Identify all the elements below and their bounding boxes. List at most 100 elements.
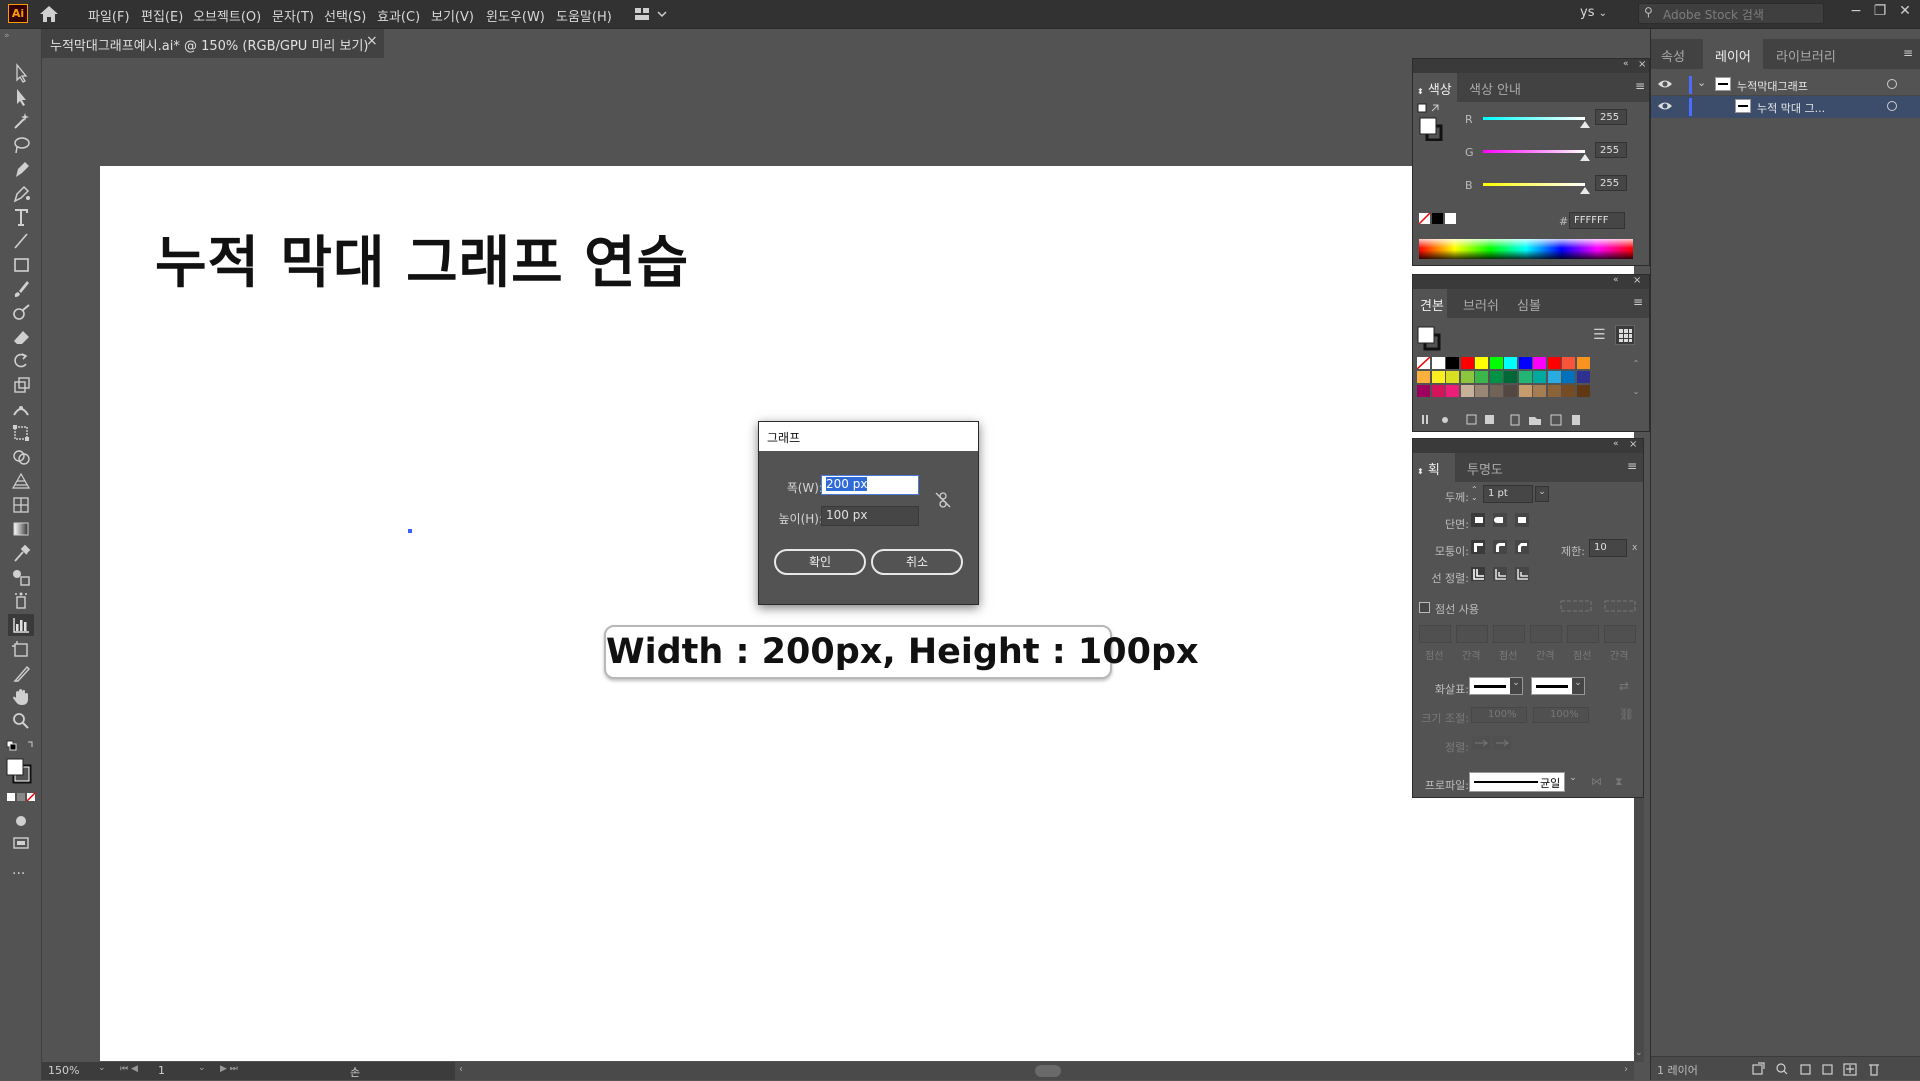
width-tool-icon[interactable] (8, 398, 34, 420)
color-swatch[interactable] (1562, 385, 1575, 397)
rotate-tool-icon[interactable] (8, 350, 34, 372)
color-swatch[interactable] (1547, 385, 1561, 397)
target-circle-icon[interactable] (1887, 79, 1897, 89)
magic-wand-tool-icon[interactable] (8, 110, 34, 132)
fill-stroke-swatch-icon[interactable] (1417, 103, 1445, 142)
layer-row[interactable]: ⌄ 누적막대그래프 (1651, 74, 1920, 96)
dash-input[interactable] (1419, 625, 1451, 643)
tab-color[interactable]: ⬍ 색상 (1417, 79, 1452, 98)
slice-tool-icon[interactable] (8, 662, 34, 684)
artboard-number[interactable]: 1 (158, 1064, 165, 1077)
color-swatch[interactable] (1446, 371, 1459, 383)
tab-brushes[interactable]: 브러쉬 (1463, 295, 1499, 314)
panel-menu-icon[interactable]: ≡ (1633, 295, 1643, 309)
cap-buttons[interactable] (1469, 512, 1549, 530)
slider-b-thumb[interactable] (1580, 187, 1590, 194)
menu-select[interactable]: 선택(S) (324, 6, 366, 25)
sublayer-row[interactable]: 누적 막대 그... (1651, 96, 1920, 118)
tab-color-guide[interactable]: 색상 안내 (1469, 79, 1521, 98)
user-menu[interactable]: ys ⌄ (1580, 5, 1607, 20)
end-scale-input[interactable]: 100% (1533, 707, 1589, 723)
collapse-toolbar-icon[interactable]: » (4, 31, 10, 41)
weight-stepper[interactable]: ⌃ ⌄ (1471, 486, 1481, 504)
menu-help[interactable]: 도움말(H) (556, 6, 612, 25)
workspace-switcher[interactable] (634, 5, 668, 23)
slider-g-thumb[interactable] (1580, 154, 1590, 161)
slider-r[interactable] (1483, 117, 1585, 120)
close-panel-icon[interactable]: × (1629, 439, 1637, 450)
lasso-tool-icon[interactable] (8, 134, 34, 156)
default-colors-swap-icon[interactable] (6, 738, 36, 758)
menu-file[interactable]: 파일(F) (88, 6, 130, 25)
color-swatch[interactable] (1576, 385, 1590, 397)
eraser-tool-icon[interactable] (8, 326, 34, 348)
cancel-button[interactable]: 취소 (871, 549, 963, 575)
corner-buttons[interactable] (1469, 539, 1549, 557)
blend-tool-icon[interactable] (8, 566, 34, 588)
first-artboard-icon[interactable]: ⏮ ◀ (120, 1064, 138, 1074)
slider-r-thumb[interactable] (1580, 121, 1590, 128)
height-input[interactable]: 100 px (821, 506, 919, 526)
menu-effect[interactable]: 효과(C) (377, 6, 420, 25)
dash-input[interactable] (1567, 625, 1599, 643)
color-swatch[interactable] (1504, 371, 1517, 383)
collapse-panel-icon[interactable]: « (1613, 275, 1619, 285)
link-scale-icon[interactable]: ⛓ (1619, 707, 1634, 721)
paintbrush-tool-icon[interactable] (8, 278, 34, 300)
visibility-eye-icon[interactable] (1657, 99, 1673, 113)
value-r-input[interactable]: 255 (1595, 109, 1627, 125)
color-swatch[interactable] (1518, 357, 1532, 369)
color-swatch[interactable] (1446, 385, 1459, 397)
draw-mode-icon[interactable] (8, 810, 34, 832)
tab-symbols[interactable]: 심볼 (1517, 295, 1541, 314)
layers-footer-buttons[interactable] (1751, 1061, 1917, 1077)
constrain-proportions-icon[interactable] (934, 491, 952, 509)
color-swatch[interactable] (1547, 357, 1561, 369)
close-tab-icon[interactable]: × (366, 33, 380, 51)
start-arrowhead-select[interactable]: ⌄ (1469, 677, 1523, 695)
screen-mode-icon[interactable] (8, 832, 34, 854)
gradient-tool-icon[interactable] (8, 518, 34, 540)
profile-dropdown-icon[interactable]: ⌄ (1567, 773, 1579, 791)
artboard-dropdown-icon[interactable]: ⌄ (198, 1063, 206, 1073)
tab-layers[interactable]: 레이어 (1715, 46, 1751, 65)
color-swatch[interactable] (1416, 356, 1431, 370)
color-swatch[interactable] (1533, 385, 1546, 397)
color-swatch[interactable] (1504, 357, 1517, 369)
gap-input[interactable] (1604, 625, 1636, 643)
profile-select[interactable]: 균일 (1469, 772, 1565, 792)
close-panel-icon[interactable]: × (1633, 275, 1641, 286)
panel-menu-icon[interactable]: ≡ (1903, 46, 1913, 60)
weight-dropdown-icon[interactable]: ⌄ (1535, 486, 1549, 502)
slider-g[interactable] (1483, 150, 1585, 153)
scale-tool-icon[interactable] (8, 374, 34, 396)
flip-across-icon[interactable]: ⧗ (1615, 775, 1623, 789)
color-swatch[interactable] (1417, 385, 1430, 397)
width-input[interactable]: 200 px (821, 475, 919, 495)
list-view-icon[interactable]: ☰ (1593, 327, 1611, 345)
swatch-grid[interactable] (1416, 356, 1617, 407)
color-swatch[interactable] (1576, 357, 1590, 369)
color-swatch[interactable] (1504, 385, 1517, 397)
color-swatch[interactable] (1431, 357, 1445, 369)
home-icon[interactable] (38, 4, 60, 24)
color-swatch[interactable] (1460, 357, 1474, 369)
zoom-dropdown-icon[interactable]: ⌄ (98, 1063, 106, 1073)
close-panel-icon[interactable]: × (1638, 59, 1646, 70)
artboard[interactable] (100, 166, 1634, 1061)
dash-align-buttons[interactable] (1559, 599, 1639, 613)
zoom-level[interactable]: 150% (48, 1064, 79, 1077)
color-swatch[interactable] (1460, 385, 1474, 397)
tab-properties[interactable]: 속성 (1661, 46, 1685, 65)
fill-stroke-swatch-icon[interactable] (1417, 323, 1445, 353)
collapse-panel-icon[interactable]: « (1623, 59, 1629, 69)
next-artboard-icon[interactable]: ▶ ⏭ (220, 1064, 238, 1074)
hex-value-input[interactable]: FFFFFF (1569, 212, 1625, 229)
ok-button[interactable]: 확인 (774, 549, 866, 575)
color-swatch[interactable] (1460, 371, 1474, 383)
shaper-tool-icon[interactable] (8, 302, 34, 324)
color-swatch[interactable] (1417, 371, 1430, 383)
color-swatch[interactable] (1518, 385, 1532, 397)
vertical-scrollbar[interactable]: ⌄ (1634, 798, 1644, 1062)
color-swatch[interactable] (1489, 371, 1503, 383)
